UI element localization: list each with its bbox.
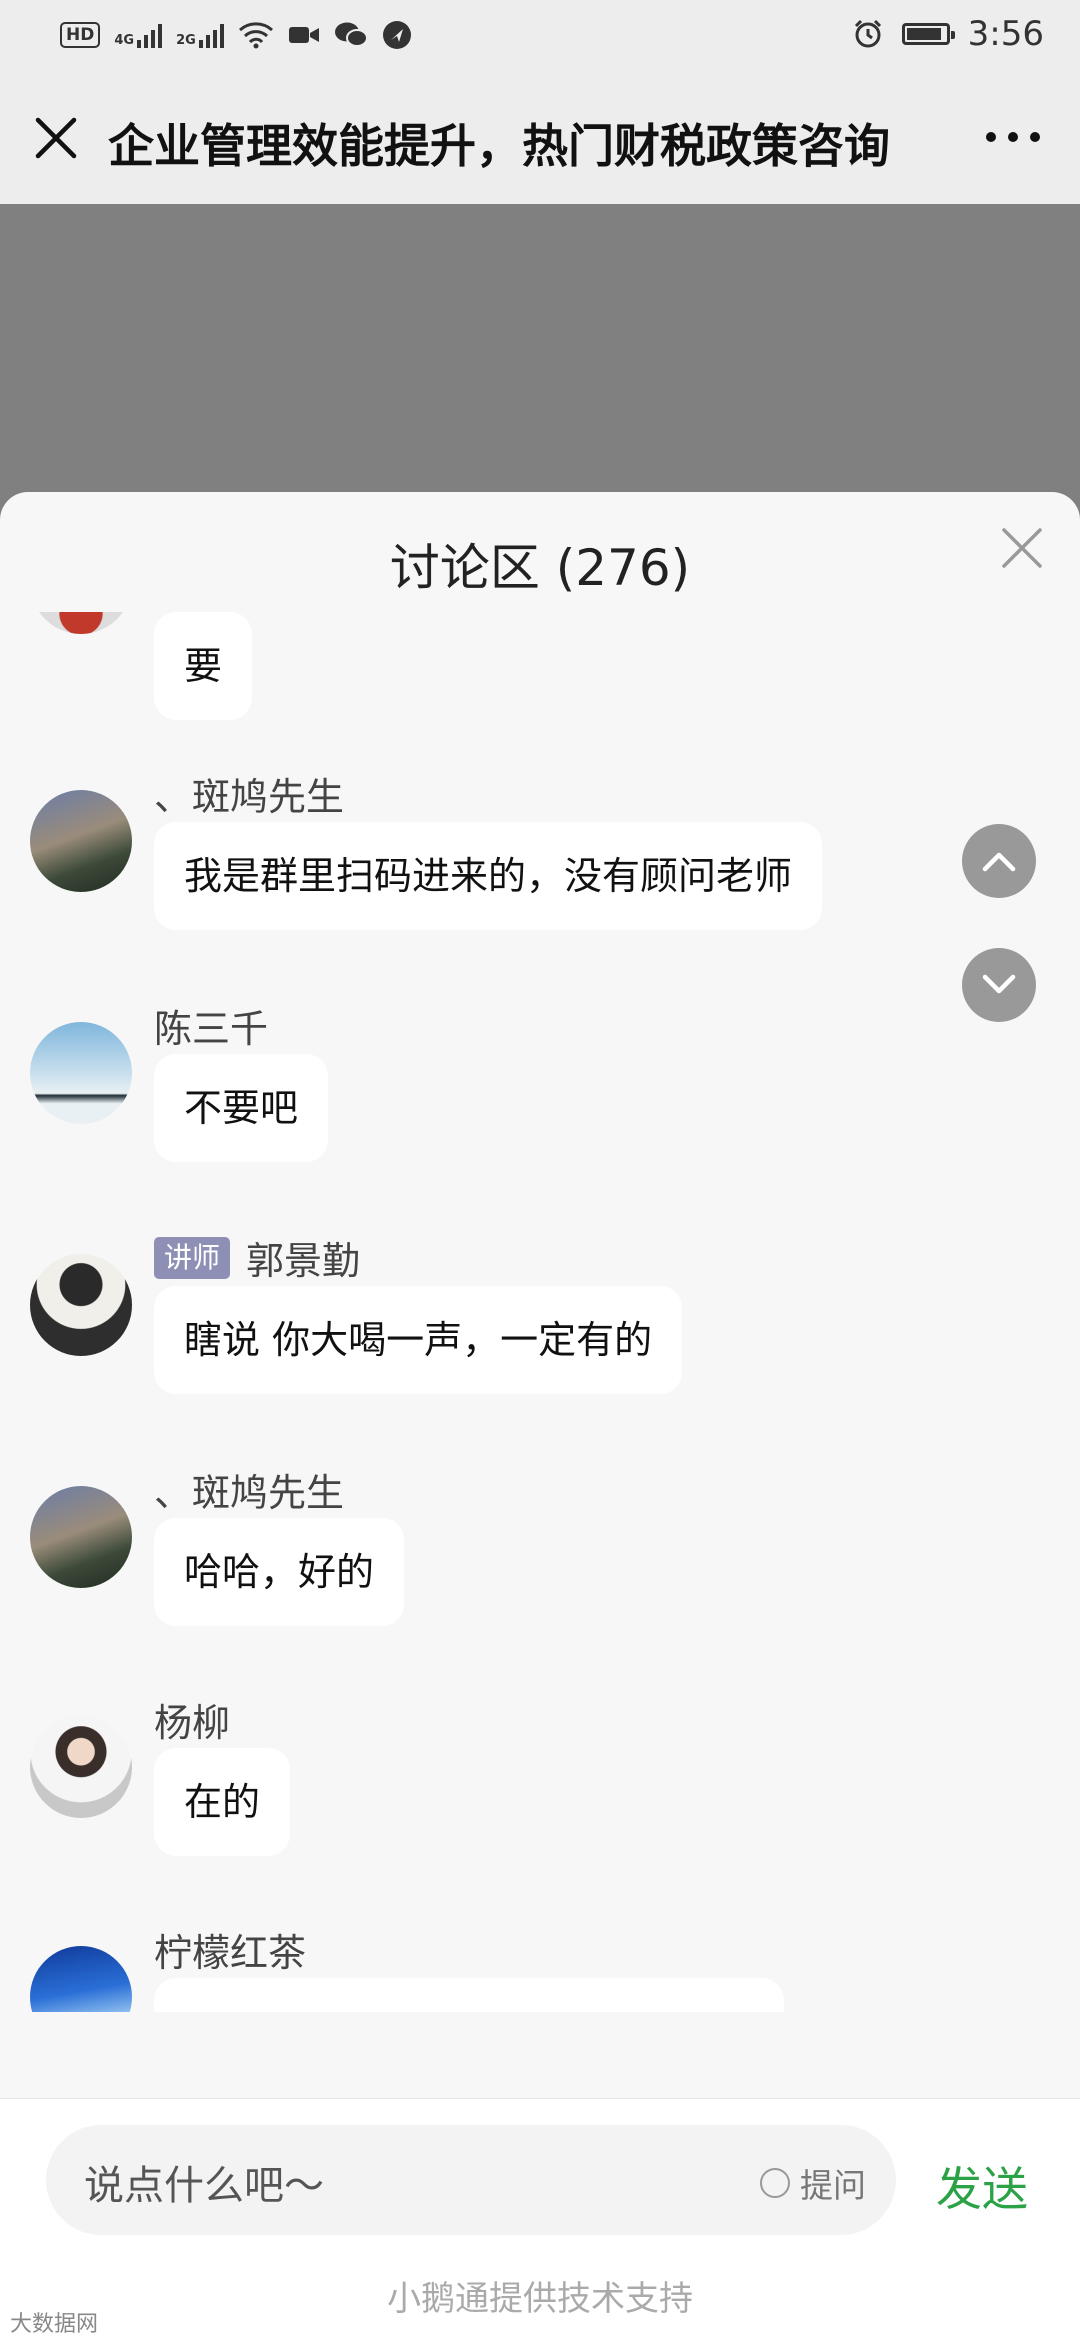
discussion-title: 讨论区 (276)	[389, 539, 691, 597]
chevron-down-icon	[982, 974, 1016, 994]
avatar[interactable]	[30, 612, 132, 634]
send-button[interactable]: 发送	[936, 2153, 1028, 2219]
message-bubble: 在的	[154, 1748, 291, 1856]
close-discussion-icon[interactable]	[1000, 526, 1044, 570]
ask-question-toggle[interactable]: 提问	[760, 2159, 866, 2207]
alarm-icon	[854, 19, 881, 48]
sender-name: 陈三千	[154, 1007, 269, 1051]
message-bubble: 要	[154, 612, 253, 720]
message-bubble: 瞎说 你大喝一声，一定有的	[154, 1286, 683, 1394]
watermark: 大数据网	[10, 2312, 99, 2337]
lecturer-badge: 讲师	[154, 1236, 231, 1279]
signal-bars-icon	[137, 22, 163, 48]
signal-2g: 2G	[176, 22, 224, 48]
wifi-icon	[238, 22, 273, 49]
radio-icon	[760, 2168, 790, 2198]
wechat-icon	[334, 22, 368, 47]
sender-name: 、斑鸠先生	[154, 775, 345, 819]
signal-4g: 4G	[114, 22, 163, 48]
clock: 3:56	[967, 14, 1044, 54]
sender-name: 讲师 郭景勤	[154, 1230, 360, 1285]
tech-support-footer: 小鹅通提供技术支持	[0, 2258, 1080, 2340]
message-bubble: 我们公司对税筹需要详细了解一下	[154, 1978, 785, 2012]
message-bubble: 我是群里扫码进来的，没有顾问老师	[154, 822, 823, 930]
avatar[interactable]	[30, 1716, 132, 1818]
sender-name: 、斑鸠先生	[154, 1471, 345, 1515]
hd-indicator: HD	[60, 22, 101, 48]
chevron-up-icon	[982, 852, 1016, 872]
title-bar: 企业管理效能提升，热门财税政策咨询	[0, 72, 1080, 204]
sender-name: 杨柳	[154, 1701, 231, 1745]
input-placeholder: 说点什么吧～	[84, 2163, 324, 2209]
navigation-icon	[382, 21, 411, 49]
page-title: 企业管理效能提升，热门财税政策咨询	[108, 119, 890, 173]
avatar[interactable]	[30, 1946, 132, 2012]
avatar[interactable]	[30, 1022, 132, 1124]
message-bubble: 不要吧	[154, 1054, 329, 1162]
message-list[interactable]: 要 、斑鸠先生 我是群里扫码进来的，没有顾问老师 陈三千 不要吧 讲师 郭景勤 …	[0, 612, 1080, 2012]
signal-bars-icon	[198, 22, 224, 48]
close-icon[interactable]	[30, 112, 82, 164]
video-camera-icon	[288, 27, 319, 43]
battery-icon	[901, 23, 955, 45]
comment-input[interactable]: 说点什么吧～ 提问	[46, 2125, 896, 2235]
message-bubble: 哈哈，好的	[154, 1518, 405, 1626]
sender-name: 柠檬红茶	[154, 1931, 307, 1975]
message-composer: 说点什么吧～ 提问 发送	[0, 2098, 1080, 2259]
scroll-down-button[interactable]	[962, 948, 1036, 1022]
avatar[interactable]	[30, 1254, 132, 1356]
status-bar: HD 4G 2G 3:56	[0, 0, 1080, 72]
discussion-panel: 讨论区 (276) 要 、斑鸠先生 我是群里扫码进来的，没有顾问老师 陈三千 不…	[0, 492, 1080, 2340]
avatar[interactable]	[30, 790, 132, 892]
scroll-up-button[interactable]	[962, 824, 1036, 898]
video-player-area[interactable]	[0, 204, 1080, 520]
avatar[interactable]	[30, 1486, 132, 1588]
status-right: 3:56	[852, 14, 1044, 54]
status-icons: HD 4G 2G	[60, 20, 412, 50]
more-options-icon[interactable]	[986, 132, 1040, 142]
